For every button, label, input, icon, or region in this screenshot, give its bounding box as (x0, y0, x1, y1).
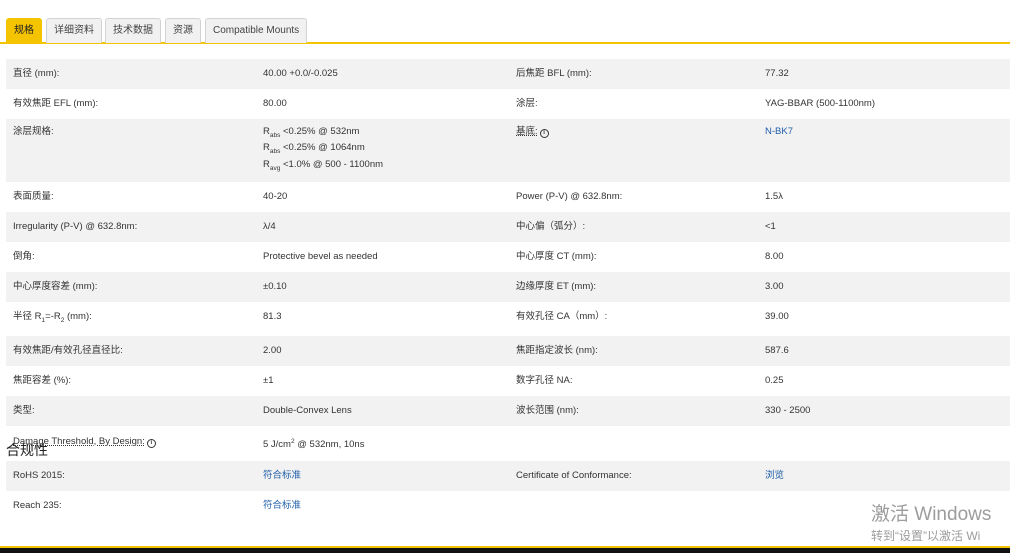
spec-value: 3.00 (765, 281, 784, 293)
spec-value: 40-20 (263, 191, 288, 203)
table-row: 倒角: Protective bevel as needed 中心厚度 CT (… (6, 242, 1010, 272)
tab-tech-data[interactable]: 技术数据 (105, 18, 161, 43)
spec-value: 8.00 (765, 251, 784, 263)
table-row: 直径 (mm): 40.00 +0.0/-0.025 后焦距 BFL (mm):… (6, 59, 1010, 89)
spec-value: 330 - 2500 (765, 405, 811, 417)
spec-label: 中心厚度 CT (mm): (516, 251, 597, 263)
spec-label: 涂层: (516, 98, 538, 109)
spec-label: 焦距容差 (%): (13, 375, 72, 387)
table-row: RoHS 2015: 符合标准 Certificate of Conforman… (6, 461, 1010, 491)
coating-line: Ravg <1.0% @ 500 - 1100nm (263, 158, 384, 172)
spec-value: 符合标准 (256, 491, 509, 521)
reach-compliance-link[interactable]: 符合标准 (263, 500, 301, 511)
spec-label: Certificate of Conformance: (516, 470, 632, 481)
spec-label: 半径 R1=-R2 (mm): (13, 311, 92, 325)
spec-value: ±1 (263, 375, 274, 387)
spec-label: Irregularity (P-V) @ 632.8nm: (13, 221, 138, 233)
empty-cell (509, 426, 758, 461)
tab-resources[interactable]: 资源 (165, 18, 201, 43)
spec-label: 倒角: (13, 251, 35, 263)
spec-label: 后焦距 BFL (mm): (516, 68, 592, 79)
spec-label: 有效孔径 CA（mm）: (516, 311, 608, 323)
table-row: Irregularity (P-V) @ 632.8nm: λ/4 中心偏（弧分… (6, 212, 1010, 243)
spec-value: λ/4 (263, 221, 276, 233)
info-icon[interactable]: i (539, 129, 549, 138)
footer-bar (0, 546, 1010, 553)
spec-value: Double-Convex Lens (263, 405, 352, 417)
spec-value: 39.00 (765, 311, 789, 323)
spec-value: 81.3 (263, 311, 282, 323)
spec-value: 符合标准 (256, 461, 509, 491)
spec-value: 1.5λ (765, 191, 783, 203)
spec-label: 中心厚度容差 (mm): (13, 281, 98, 293)
spec-value: 40.00 +0.0/-0.025 (263, 68, 338, 79)
spec-value: 77.32 (765, 68, 789, 79)
table-row: 焦距容差 (%): ±1 数字孔径 NA: 0.25 (6, 366, 1010, 396)
spec-label: 边缘厚度 ET (mm): (516, 281, 597, 293)
spec-label: 焦距指定波长 (nm): (516, 345, 598, 357)
spec-label: 涂层规格: (13, 126, 54, 137)
table-row: 有效焦距/有效孔径直径比: 2.00 焦距指定波长 (nm): 587.6 (6, 336, 1010, 367)
spec-label: 波长范围 (nm): (516, 405, 579, 417)
spec-value: <1 (765, 221, 776, 233)
activation-title: 激活 Windows (871, 504, 992, 525)
substrate-link[interactable]: N-BK7 (765, 126, 793, 137)
spec-value: Protective bevel as needed (263, 251, 378, 263)
table-row: Damage Threshold, By Design: i 5 J/cm2 @ … (6, 426, 1010, 461)
coating-line: Rabs <0.25% @ 532nm (263, 126, 360, 139)
spec-value: 0.25 (765, 375, 784, 387)
coating-line: Rabs <0.25% @ 1064nm (263, 142, 365, 156)
spec-value: ±0.10 (263, 281, 287, 293)
spec-value: YAG-BBAR (500-1100nm) (765, 98, 875, 109)
certificate-view-link[interactable]: 浏览 (765, 470, 784, 481)
spec-value: 浏览 (758, 461, 1010, 491)
spec-value: 5 J/cm2 @ 532nm, 10ns (263, 438, 365, 451)
spec-label: 有效焦距 EFL (mm): (13, 98, 99, 109)
spec-label: RoHS 2015: (13, 470, 65, 481)
table-row: 表面质量: 40-20 Power (P-V) @ 632.8nm: 1.5λ (6, 182, 1010, 212)
table-row: 类型: Double-Convex Lens 波长范围 (nm): 330 - … (6, 396, 1010, 427)
windows-activation-watermark: 激活 Windows 转到“设置”以激活 Wi (871, 503, 991, 545)
spec-label: 基底: i (509, 119, 758, 182)
table-row: 中心厚度容差 (mm): ±0.10 边缘厚度 ET (mm): 3.00 (6, 272, 1010, 303)
spec-label: Reach 235: (13, 500, 62, 511)
table-row: 有效焦距 EFL (mm): 80.00 涂层: YAG-BBAR (500-1… (6, 89, 1010, 119)
spec-label: Power (P-V) @ 632.8nm: (516, 191, 623, 203)
spec-value: 2.00 (263, 345, 282, 357)
spec-value: 80.00 (263, 98, 287, 109)
tab-specs[interactable]: 规格 (6, 18, 42, 43)
section-title-compliance: 合规性 (6, 442, 48, 458)
substrate-label[interactable]: 基底: (516, 126, 538, 137)
spec-label: 表面质量: (13, 191, 54, 203)
empty-cell (758, 426, 1010, 461)
compliance-table: RoHS 2015: 符合标准 Certificate of Conforman… (6, 461, 1010, 521)
tab-details[interactable]: 详细资料 (46, 18, 102, 43)
table-row: Reach 235: 符合标准 (6, 491, 1010, 521)
rohs-compliance-link[interactable]: 符合标准 (263, 470, 301, 481)
spec-label: 直径 (mm): (13, 68, 60, 79)
spec-value: N-BK7 (758, 119, 1010, 182)
spec-label: 类型: (13, 405, 35, 417)
coating-spec-value: Rabs <0.25% @ 532nm Rabs <0.25% @ 1064nm… (256, 119, 509, 182)
activation-subtitle: 转到“设置”以激活 Wi (871, 529, 981, 543)
spec-label: 数字孔径 NA: (516, 375, 573, 387)
spec-label: 有效焦距/有效孔径直径比: (13, 345, 123, 357)
table-row: 涂层规格: Rabs <0.25% @ 532nm Rabs <0.25% @ … (6, 119, 1010, 183)
info-icon[interactable]: i (146, 439, 156, 449)
empty-cell (509, 491, 758, 521)
spec-value: 587.6 (765, 345, 789, 357)
table-row: 半径 R1=-R2 (mm): 81.3 有效孔径 CA（mm）: 39.00 (6, 302, 1010, 336)
tab-compatible-mounts[interactable]: Compatible Mounts (205, 18, 308, 43)
spec-label: 中心偏（弧分）: (516, 221, 586, 233)
tab-bar: 规格 详细资料 技术数据 资源 Compatible Mounts (0, 0, 1010, 44)
specs-table: 直径 (mm): 40.00 +0.0/-0.025 后焦距 BFL (mm):… (6, 59, 1010, 461)
